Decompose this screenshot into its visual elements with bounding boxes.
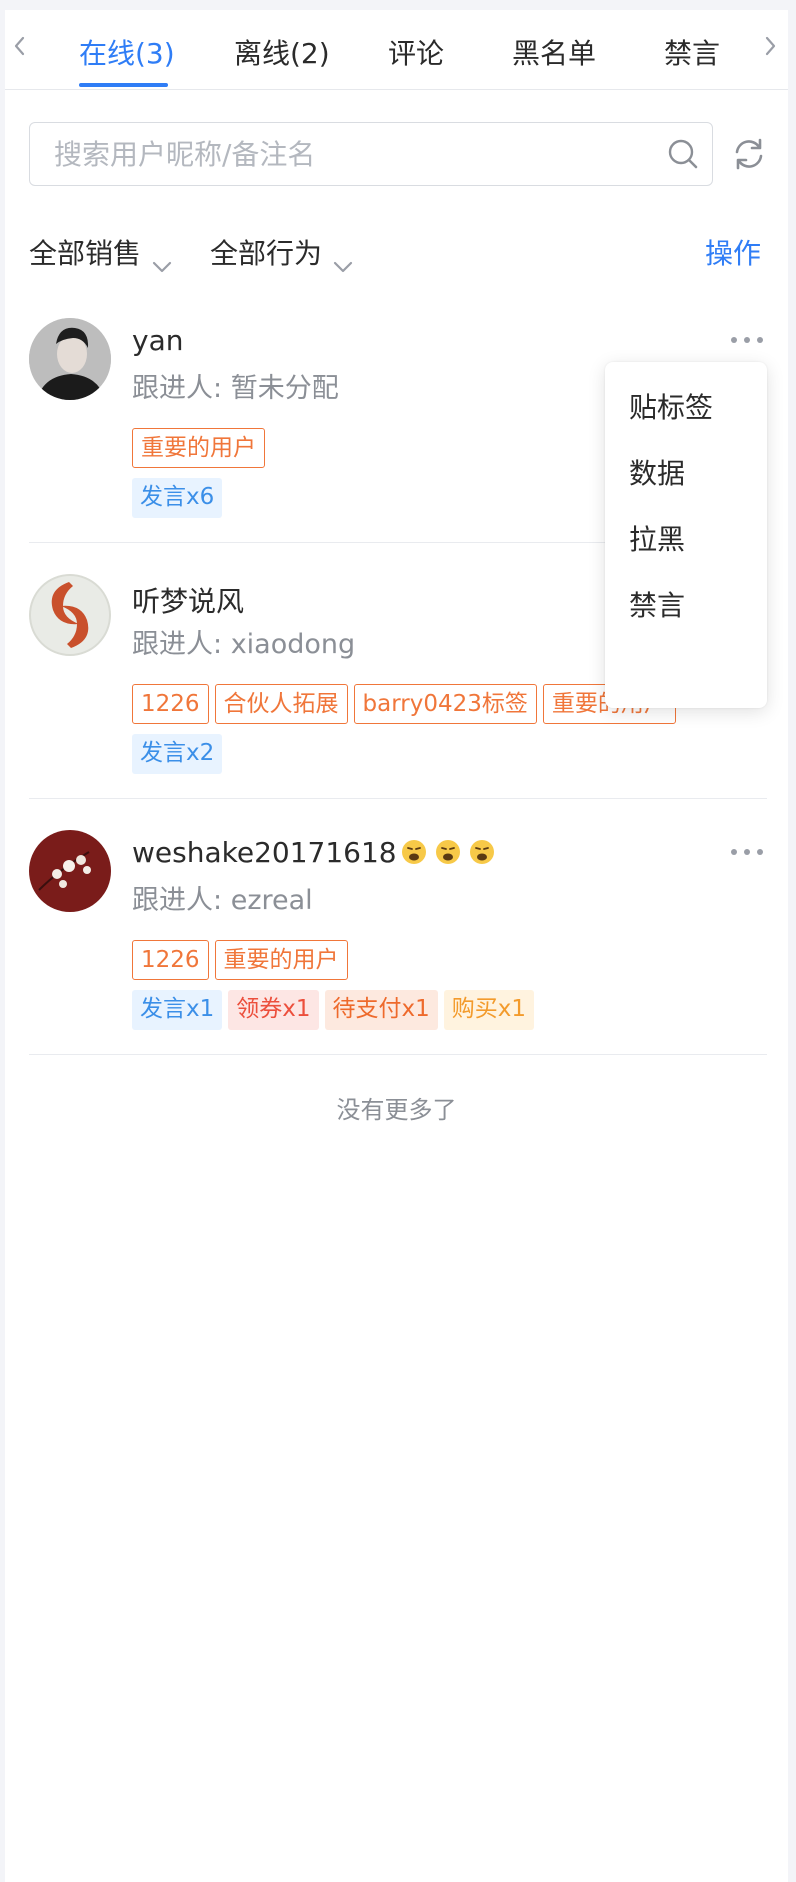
tab-offline[interactable]: 离线(2) <box>234 32 330 72</box>
weary-face-emoji <box>469 839 495 865</box>
tab-online[interactable]: 在线(3) <box>79 32 175 72</box>
activity-badge: 发言x2 <box>132 734 223 774</box>
user-name: weshake20171618 <box>132 836 495 869</box>
online-users-panel: 在线(3) 离线(2) 评论 黑名单 禁言 全部销售 全部行为 操作 <box>5 10 788 1882</box>
sales-filter-label: 全部销售 <box>29 237 142 270</box>
user-tag: 1226 <box>132 684 209 724</box>
user-tag: 重要的用户 <box>214 940 348 980</box>
activity-badge: 发言x1 <box>132 990 223 1030</box>
search-box <box>29 122 713 186</box>
active-tab-indicator <box>79 83 168 87</box>
menu-item-data[interactable]: 数据 <box>629 452 685 492</box>
tag-row: 重要的用户 <box>132 428 271 468</box>
follower-value: ezreal <box>230 885 313 916</box>
user-tag: 1226 <box>132 940 209 980</box>
user-action-menu: 贴标签 数据 拉黑 禁言 <box>605 362 767 708</box>
tab-muted[interactable]: 禁言 <box>664 32 720 72</box>
menu-item-tag[interactable]: 贴标签 <box>629 386 713 426</box>
tag-row: 1226合伙人拓展barry0423标签重要的用户 <box>132 684 682 724</box>
follower-value: xiaodong <box>230 629 356 660</box>
user-name-text: weshake20171618 <box>132 836 397 869</box>
search-input[interactable] <box>54 123 634 185</box>
tag-row: 1226 重要的用户 <box>132 940 354 980</box>
tab-bar: 在线(3) 离线(2) 评论 黑名单 禁言 <box>5 10 788 90</box>
menu-item-block[interactable]: 拉黑 <box>629 518 685 558</box>
sales-filter[interactable]: 全部销售 <box>29 232 173 273</box>
more-icon[interactable] <box>729 842 765 855</box>
activity-row: 发言x1 领券x1 待支付x1 购买x1 <box>132 990 540 1030</box>
user-tag: 合伙人拓展 <box>214 684 348 724</box>
follower-value: 暂未分配 <box>230 373 339 404</box>
weary-face-emoji <box>435 839 461 865</box>
batch-action-link[interactable]: 操作 <box>705 232 761 272</box>
activity-badge: 购买x1 <box>443 990 534 1030</box>
user-item[interactable]: weshake20171618 跟进人: ezreal 1226 重要的用户 发言… <box>29 830 767 1030</box>
user-name: yan <box>132 324 184 357</box>
follower-line: 跟进人: xiaodong <box>132 622 355 661</box>
chevron-left-icon[interactable] <box>9 34 29 64</box>
tab-comments[interactable]: 评论 <box>388 32 444 72</box>
menu-item-mute[interactable]: 禁言 <box>629 584 685 624</box>
tab-blacklist[interactable]: 黑名单 <box>512 32 596 72</box>
avatar[interactable] <box>29 574 111 656</box>
chevron-down-icon <box>332 248 354 273</box>
user-tag: barry0423标签 <box>353 684 537 724</box>
activity-badge: 待支付x1 <box>324 990 438 1030</box>
end-of-list-note: 没有更多了 <box>336 1096 457 1124</box>
search-icon[interactable] <box>666 137 700 171</box>
follower-label: 跟进人: <box>132 885 223 916</box>
activity-row: 发言x2 <box>132 734 228 774</box>
avatar[interactable] <box>29 318 111 400</box>
behavior-filter[interactable]: 全部行为 <box>210 232 354 273</box>
chevron-right-icon[interactable] <box>761 34 781 64</box>
refresh-icon[interactable] <box>731 136 767 172</box>
follower-line: 跟进人: ezreal <box>132 878 313 917</box>
follower-line: 跟进人: 暂未分配 <box>132 366 339 405</box>
user-tag: 重要的用户 <box>132 428 265 468</box>
user-name: 听梦说风 <box>132 585 245 618</box>
follower-label: 跟进人: <box>132 373 223 404</box>
activity-badge: 发言x6 <box>132 478 223 518</box>
behavior-filter-label: 全部行为 <box>210 237 323 270</box>
activity-row: 发言x6 <box>132 478 228 518</box>
follower-label: 跟进人: <box>132 629 223 660</box>
activity-badge: 领券x1 <box>228 990 319 1030</box>
more-icon[interactable] <box>729 330 765 343</box>
weary-face-emoji <box>401 839 427 865</box>
avatar[interactable] <box>29 830 111 912</box>
divider <box>29 1054 767 1055</box>
chevron-down-icon <box>151 248 173 273</box>
divider <box>29 798 767 799</box>
